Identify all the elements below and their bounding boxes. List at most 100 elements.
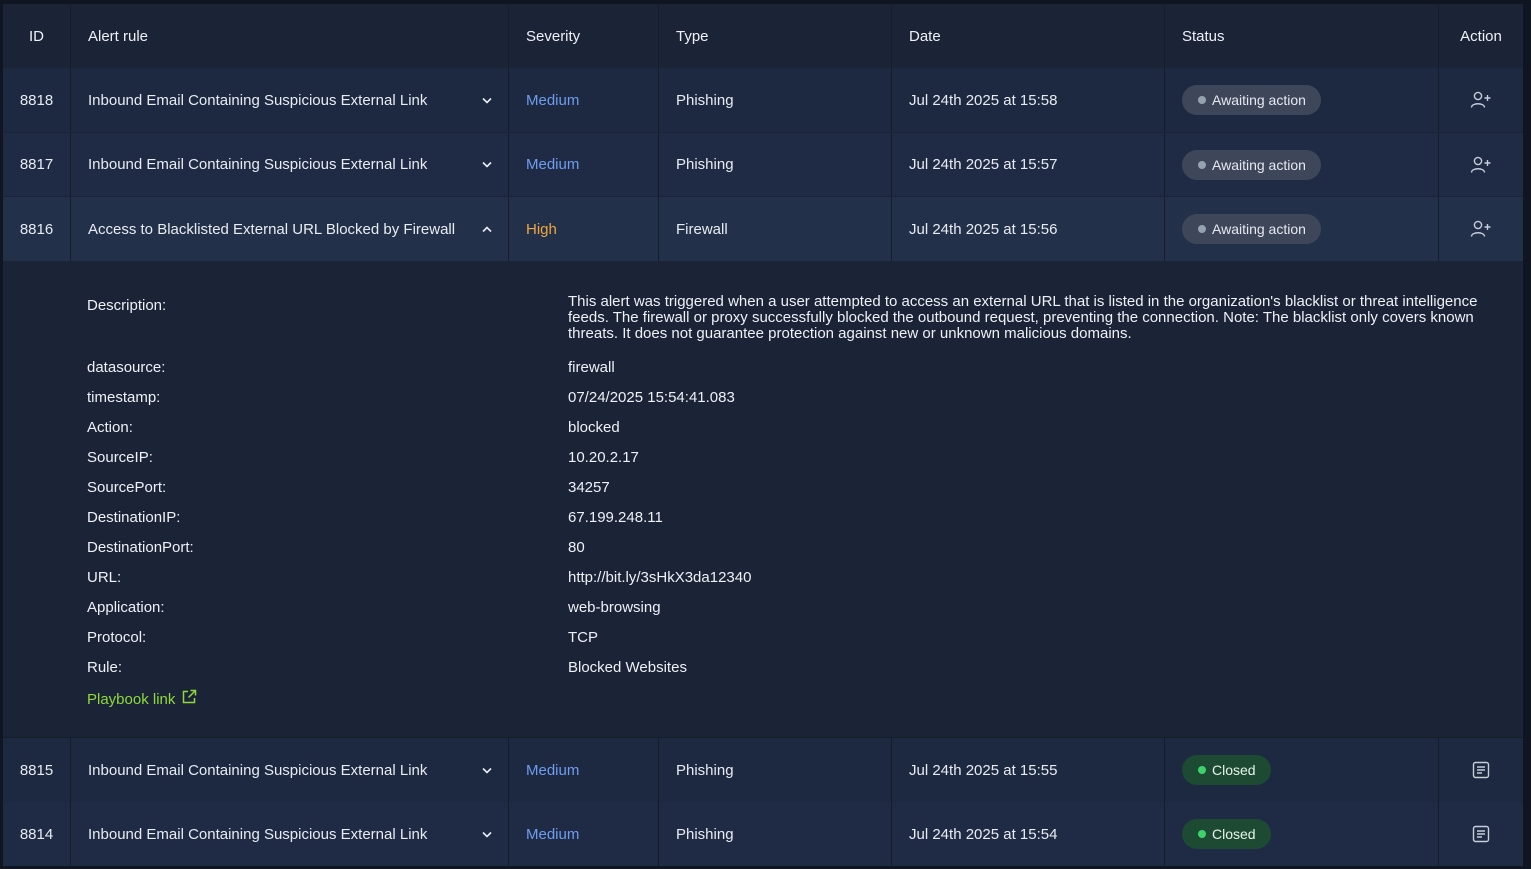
detail-value: 10.20.2.17 xyxy=(568,449,639,466)
row-action-cell xyxy=(1439,133,1523,196)
row-id: 8814 xyxy=(3,802,71,866)
detail-value: 67.199.248.11 xyxy=(568,509,663,526)
detail-label: datasource: xyxy=(87,359,166,376)
alerts-table: ID Alert rule Severity Type Date Status … xyxy=(3,4,1523,866)
row-rule: Inbound Email Containing Suspicious Exte… xyxy=(88,91,428,109)
column-header-severity[interactable]: Severity xyxy=(509,4,659,68)
row-rule: Access to Blacklisted External URL Block… xyxy=(88,220,456,238)
row-type: Phishing xyxy=(659,802,892,866)
table-row[interactable]: 8818 Inbound Email Containing Suspicious… xyxy=(3,68,1523,132)
row-id: 8817 xyxy=(3,133,71,196)
row-id: 8815 xyxy=(3,738,71,802)
status-dot xyxy=(1198,96,1206,104)
row-severity: Medium xyxy=(509,738,659,802)
row-status-cell: Awaiting action xyxy=(1165,197,1439,261)
column-header-type[interactable]: Type xyxy=(659,4,892,68)
playbook-link[interactable]: Playbook link xyxy=(87,689,197,709)
row-rule-cell: Inbound Email Containing Suspicious Exte… xyxy=(71,738,509,802)
chevron-down-icon[interactable] xyxy=(480,93,494,107)
row-type: Firewall xyxy=(659,197,892,261)
status-label: Awaiting action xyxy=(1212,92,1306,108)
detail-value: 80 xyxy=(568,539,585,556)
detail-label: Rule: xyxy=(87,659,123,676)
status-badge: Closed xyxy=(1182,819,1271,849)
status-badge: Closed xyxy=(1182,755,1271,785)
report-icon[interactable] xyxy=(1470,823,1492,845)
row-status-cell: Awaiting action xyxy=(1165,133,1439,196)
status-badge: Awaiting action xyxy=(1182,85,1321,115)
assign-user-icon[interactable] xyxy=(1470,154,1492,176)
detail-value: TCP xyxy=(568,629,598,646)
column-header-status[interactable]: Status xyxy=(1165,4,1439,68)
detail-label: timestamp: xyxy=(87,389,161,406)
row-rule-cell: Inbound Email Containing Suspicious Exte… xyxy=(71,802,509,866)
row-action-cell xyxy=(1439,68,1523,132)
row-date: Jul 24th 2025 at 15:54 xyxy=(892,802,1165,866)
row-date: Jul 24th 2025 at 15:57 xyxy=(892,133,1165,196)
assign-user-icon[interactable] xyxy=(1470,218,1492,240)
detail-value: 07/24/2025 15:54:41.083 xyxy=(568,389,735,406)
detail-label: URL: xyxy=(87,569,122,586)
row-severity: Medium xyxy=(509,133,659,196)
report-icon[interactable] xyxy=(1470,759,1492,781)
column-header-rule-label: Alert rule xyxy=(88,27,149,45)
external-link-icon xyxy=(181,689,197,709)
detail-label: SourcePort: xyxy=(87,479,167,496)
chevron-down-icon[interactable] xyxy=(480,158,494,172)
table-row-expanded[interactable]: 8816 Access to Blacklisted External URL … xyxy=(3,197,1523,261)
column-header-date[interactable]: Date xyxy=(892,4,1165,68)
row-status-cell: Closed xyxy=(1165,738,1439,802)
row-rule: Inbound Email Containing Suspicious Exte… xyxy=(88,156,428,173)
status-dot xyxy=(1198,160,1206,169)
row-rule-cell: Inbound Email Containing Suspicious Exte… xyxy=(71,133,509,196)
assign-user-icon[interactable] xyxy=(1470,89,1492,111)
detail-value: firewall xyxy=(568,359,615,376)
chevron-down-icon[interactable] xyxy=(480,827,494,841)
status-badge: Awaiting action xyxy=(1182,149,1321,180)
table-row[interactable]: 8814 Inbound Email Containing Suspicious… xyxy=(3,802,1523,866)
row-type: Phishing xyxy=(659,133,892,196)
detail-label-description: Description: xyxy=(87,297,167,314)
row-id: 8818 xyxy=(3,68,71,132)
playbook-link-label: Playbook link xyxy=(87,690,176,708)
status-dot xyxy=(1198,225,1206,233)
detail-value: http://bit.ly/3sHkX3da12340 xyxy=(568,569,752,586)
column-header-id[interactable]: ID xyxy=(3,4,71,68)
chevron-down-icon[interactable] xyxy=(480,763,494,777)
row-date: Jul 24th 2025 at 15:56 xyxy=(892,197,1165,261)
table-row[interactable]: 8817 Inbound Email Containing Suspicious… xyxy=(3,133,1523,196)
detail-value: 34257 xyxy=(568,479,610,496)
row-severity: High xyxy=(509,197,659,261)
detail-label: Application: xyxy=(87,599,165,616)
row-type: Phishing xyxy=(659,68,892,132)
row-rule-cell: Access to Blacklisted External URL Block… xyxy=(71,197,509,261)
status-label: Awaiting action xyxy=(1212,221,1306,237)
column-header-rule[interactable]: Alert rule xyxy=(71,4,509,68)
detail-value: web-browsing xyxy=(568,599,661,616)
column-header-action: Action xyxy=(1460,27,1502,45)
row-rule: Inbound Email Containing Suspicious Exte… xyxy=(88,761,428,779)
detail-label: Protocol: xyxy=(87,629,147,646)
table-row[interactable]: 8815 Inbound Email Containing Suspicious… xyxy=(3,738,1523,802)
status-dot xyxy=(1198,830,1206,838)
row-severity: Medium xyxy=(509,68,659,132)
row-date: Jul 24th 2025 at 15:55 xyxy=(892,738,1165,802)
alert-details-panel: Description: This alert was triggered wh… xyxy=(3,261,1523,737)
chevron-up-icon[interactable] xyxy=(480,222,494,236)
detail-value: Blocked Websites xyxy=(568,659,687,676)
detail-value: blocked xyxy=(568,419,620,436)
detail-label: DestinationIP: xyxy=(87,509,181,526)
status-label: Closed xyxy=(1212,762,1256,778)
detail-label: Action: xyxy=(87,419,133,436)
row-type: Phishing xyxy=(659,738,892,802)
status-dot xyxy=(1198,766,1206,774)
row-status-cell: Awaiting action xyxy=(1165,68,1439,132)
status-badge: Awaiting action xyxy=(1182,214,1321,244)
row-id: 8816 xyxy=(3,197,71,261)
row-action-cell xyxy=(1439,197,1523,261)
row-severity: Medium xyxy=(509,802,659,866)
detail-label: SourceIP: xyxy=(87,449,153,466)
row-rule-cell: Inbound Email Containing Suspicious Exte… xyxy=(71,68,509,132)
table-header: ID Alert rule Severity Type Date Status … xyxy=(3,4,1523,68)
row-status-cell: Closed xyxy=(1165,802,1439,866)
